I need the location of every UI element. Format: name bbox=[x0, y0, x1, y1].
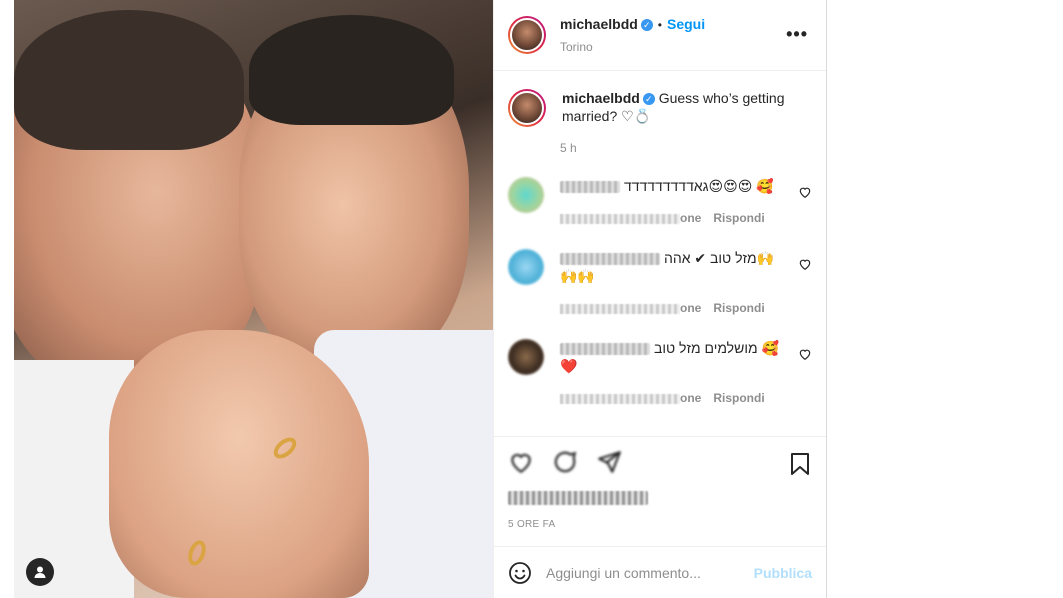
comment-meta-suffix: one bbox=[680, 301, 702, 315]
avatar[interactable] bbox=[508, 339, 544, 375]
emoji-icon[interactable] bbox=[508, 561, 532, 585]
instagram-post: michaelbdd ✓ • Segui Torino ••• michaelbdd ✓… bbox=[14, 0, 827, 598]
comment-composer: Pubblica bbox=[494, 546, 826, 598]
post-sidebar: michaelbdd ✓ • Segui Torino ••• michaelbdd ✓… bbox=[493, 0, 827, 598]
reply-button[interactable]: Rispondi bbox=[713, 391, 764, 405]
post-timestamp[interactable]: 5 ORE FA bbox=[508, 519, 812, 530]
caption-time[interactable]: 5 h bbox=[560, 141, 812, 155]
post-actions: 5 ORE FA bbox=[494, 436, 826, 546]
caption: michaelbdd ✓ Guess who’s getting married?… bbox=[508, 89, 812, 127]
avatar[interactable] bbox=[508, 16, 546, 54]
avatar[interactable] bbox=[508, 249, 544, 285]
follow-button[interactable]: Segui bbox=[667, 16, 705, 32]
verified-badge-icon: ✓ bbox=[640, 18, 653, 31]
heart-icon[interactable] bbox=[798, 257, 812, 271]
comments-list[interactable]: michaelbdd ✓ Guess who’s getting married?… bbox=[494, 71, 826, 436]
list-item: גאדדדדדדדדד😍😍😍 🥰 one Rispondi bbox=[508, 177, 812, 227]
like-heart-icon[interactable] bbox=[508, 449, 534, 475]
comment-meta-redacted bbox=[560, 213, 680, 224]
comment-meta-redacted bbox=[560, 303, 680, 314]
list-item: מושלמים מזל טוב 🥰❤️ one Rispondi bbox=[508, 339, 812, 407]
more-options-icon[interactable]: ••• bbox=[786, 24, 808, 45]
photo-hair-right bbox=[249, 15, 454, 125]
author-username[interactable]: michaelbdd bbox=[560, 16, 638, 32]
reply-button[interactable]: Rispondi bbox=[713, 301, 764, 315]
reply-button[interactable]: Rispondi bbox=[713, 211, 764, 225]
location-link[interactable]: Torino bbox=[560, 40, 705, 54]
photo-hands bbox=[109, 330, 369, 598]
comment-bubble-icon[interactable] bbox=[552, 449, 578, 475]
comment-meta-suffix: one bbox=[680, 391, 702, 405]
bookmark-icon[interactable] bbox=[790, 453, 810, 475]
caption-username[interactable]: michaelbdd bbox=[562, 90, 640, 106]
tagged-users-button[interactable] bbox=[26, 558, 54, 586]
comment-text: גאדדדדדדדדד😍😍😍 🥰 bbox=[624, 178, 774, 194]
commenter-username[interactable] bbox=[560, 343, 650, 356]
publish-button[interactable]: Pubblica bbox=[754, 565, 812, 581]
user-icon bbox=[34, 566, 46, 578]
avatar[interactable] bbox=[508, 89, 546, 127]
heart-icon[interactable] bbox=[798, 347, 812, 361]
list-item: מזל טוב ✔ אהה🙌🙌🙌 one Rispondi bbox=[508, 249, 812, 317]
comment-meta-suffix: one bbox=[680, 211, 702, 225]
photo-hair-left bbox=[14, 10, 244, 150]
commenter-username[interactable] bbox=[560, 181, 620, 194]
avatar[interactable] bbox=[508, 177, 544, 213]
verified-badge-icon: ✓ bbox=[642, 93, 655, 106]
comment-meta-redacted bbox=[560, 393, 680, 404]
post-photo[interactable] bbox=[14, 0, 493, 598]
separator-dot: • bbox=[657, 18, 662, 32]
share-icon[interactable] bbox=[596, 449, 622, 475]
caption-text: michaelbdd ✓ Guess who’s getting married?… bbox=[562, 89, 792, 127]
commenter-username[interactable] bbox=[560, 253, 660, 266]
heart-icon[interactable] bbox=[798, 185, 812, 199]
comment-input[interactable] bbox=[546, 564, 754, 581]
likes-count-redacted[interactable] bbox=[508, 491, 648, 505]
post-header: michaelbdd ✓ • Segui Torino ••• bbox=[494, 0, 826, 71]
